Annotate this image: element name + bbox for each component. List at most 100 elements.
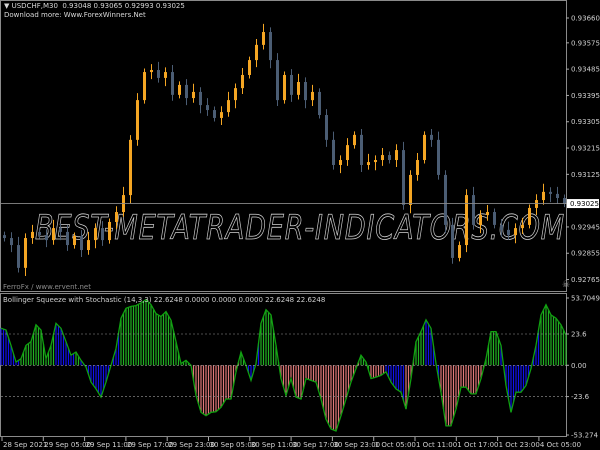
candle-body [129,139,132,196]
candle-body [542,191,545,201]
candle-body [360,134,363,165]
price-label: 0.93660 [571,15,600,23]
candle-body [353,134,356,146]
candle-body [269,32,272,61]
candle-body [500,224,503,230]
candle-body [290,74,293,95]
candle-body [402,150,405,206]
time-label: 4 Oct 05:00 [540,441,581,449]
indicator-label: 0.00 [571,362,587,370]
candle-body [220,112,223,118]
candle-body [255,44,258,61]
candle-body [444,174,447,225]
time-label: 29 Sep 11:00 [86,441,133,449]
chart-canvas: BEST-METATRADER-INDICATORS.COM 0.93660 0.… [0,0,600,449]
candle-body [17,245,20,268]
time-label: 1 Oct 17:00 [457,441,498,449]
candle-body [248,60,251,75]
candle-body [430,134,433,140]
candle-body [367,162,370,165]
price-label: 0.93485 [571,66,600,74]
candle-body [325,115,328,140]
candle-body [108,221,111,241]
candle-body [472,195,475,225]
candle-body [528,207,531,225]
candle-body [465,195,468,246]
time-label: 29 Sep 05:00 [44,441,91,449]
candle-body [423,134,426,161]
candle-body [10,238,13,246]
candle-body [80,235,83,251]
price-label: 0.92855 [571,250,600,258]
price-label: 0.93215 [571,145,600,153]
candle-body [66,231,69,246]
indicator-label: 23.6 [571,331,587,339]
price-label: 0.93575 [571,39,600,47]
time-label: 30 Sep 11:00 [251,441,298,449]
candle-body [395,150,398,161]
candle-body [101,228,104,241]
candle-body [45,235,48,241]
watermark-text: BEST-METATRADER-INDICATORS.COM [35,208,565,248]
candle-body [73,235,76,246]
indicator-title: Bollinger Squeeze with Stochastic (14,3,… [3,296,325,304]
candle-body [59,228,62,232]
skull-icon[interactable]: ☠ [562,280,570,290]
candle-body [479,214,482,225]
time-label: 1 Oct 11:00 [416,441,457,449]
candle-body [381,155,384,161]
time-label: 1 Oct 23:00 [499,441,540,449]
candle-body [241,74,244,89]
candle-body [318,91,321,116]
time-label: 29 Sep 17:00 [127,441,174,449]
candle-body [563,198,566,204]
candle-body [3,235,6,239]
candle-body [339,160,342,165]
candle-body [458,245,461,258]
indicator-label: 53.7049 [571,295,600,303]
candle-body [213,110,216,118]
watermark: BEST-METATRADER-INDICATORS.COM [35,208,565,249]
candle-body [304,81,307,101]
candle-body [87,240,90,251]
candle-body [164,72,167,78]
candle-body [150,70,153,73]
time-label: 30 Sep 23:00 [333,441,380,449]
candle-body [332,139,335,165]
candle-body [38,231,41,236]
time-label: 29 Sep 23:00 [168,441,215,449]
price-label: 0.93305 [571,118,600,126]
candle-body [451,224,454,258]
current-price-value: 0.93025 [570,200,599,208]
candle-body [535,200,538,208]
time-axis: 28 Sep 202129 Sep 05:0029 Sep 11:0029 Se… [1,437,581,449]
candle-body [437,139,440,175]
candle-body [374,160,377,163]
candle-body [199,91,202,106]
candle-body [52,228,55,241]
candle-body [262,32,265,45]
candle-body [94,228,97,241]
time-label: 1 Oct 05:00 [375,441,416,449]
download-link[interactable]: Download more: Www.ForexWinners.Net [4,11,146,19]
price-label: 0.92945 [571,223,600,231]
candle-body [346,145,349,161]
candle-body [486,212,489,215]
candle-body [521,224,524,229]
candle-body [416,160,419,175]
candle-body [556,193,559,199]
price-label: 0.93395 [571,92,600,100]
candle-body [311,91,314,101]
credit-text: FerroFx / www.ervent.net [3,283,91,291]
symbol-header: ▼ USDCHF,M30 0.93048 0.93065 0.92993 0.9… [4,2,185,10]
candle-body [24,238,27,268]
indicator-label: -53.274 [571,432,599,440]
time-label: 28 Sep 2021 [3,441,47,449]
candle-body [115,212,118,222]
candle-body [157,70,160,78]
price-label: 0.93125 [571,171,600,179]
candle-body [514,228,517,236]
time-label: 30 Sep 17:00 [292,441,339,449]
price-label: 0.92765 [571,276,600,284]
candle-body [178,84,181,95]
